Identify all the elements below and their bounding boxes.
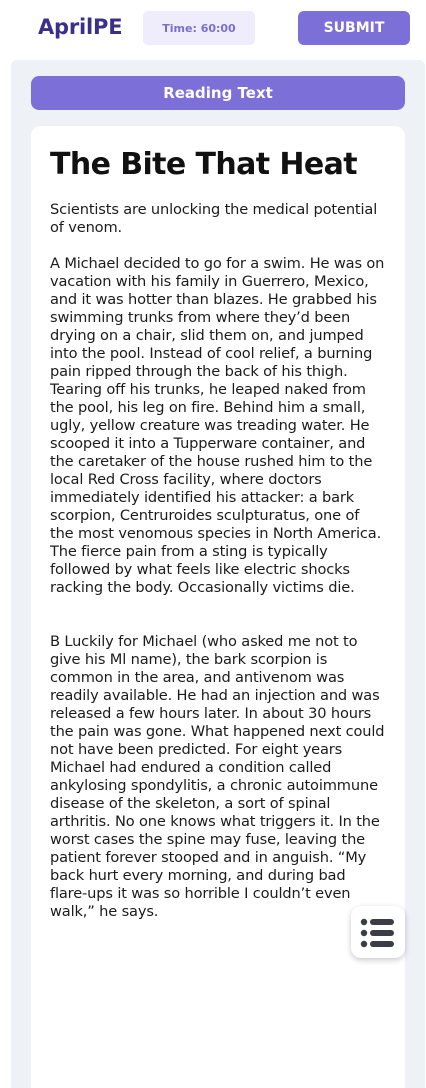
article-title: The Bite That Heat xyxy=(50,147,358,182)
reading-text-tab[interactable]: Reading Text xyxy=(31,76,405,110)
article-subtitle: Scientists are unlocking the medical pot… xyxy=(50,201,378,236)
brand-logo: AprilPE xyxy=(38,15,123,39)
submit-button[interactable]: SUBMIT xyxy=(298,11,410,45)
question-list-button[interactable] xyxy=(351,906,405,958)
list-icon xyxy=(360,918,394,948)
paragraph-b: B Luckily for Michael (who asked me not … xyxy=(50,633,385,920)
timer-display: Time: 60:00 xyxy=(143,11,255,45)
reading-card[interactable]: The Bite That Heat Scientists are unlock… xyxy=(31,126,405,1088)
paragraph-a: A Michael decided to go for a swim. He w… xyxy=(50,255,385,596)
top-bar: AprilPE Time: 60:00 SUBMIT xyxy=(0,0,426,60)
